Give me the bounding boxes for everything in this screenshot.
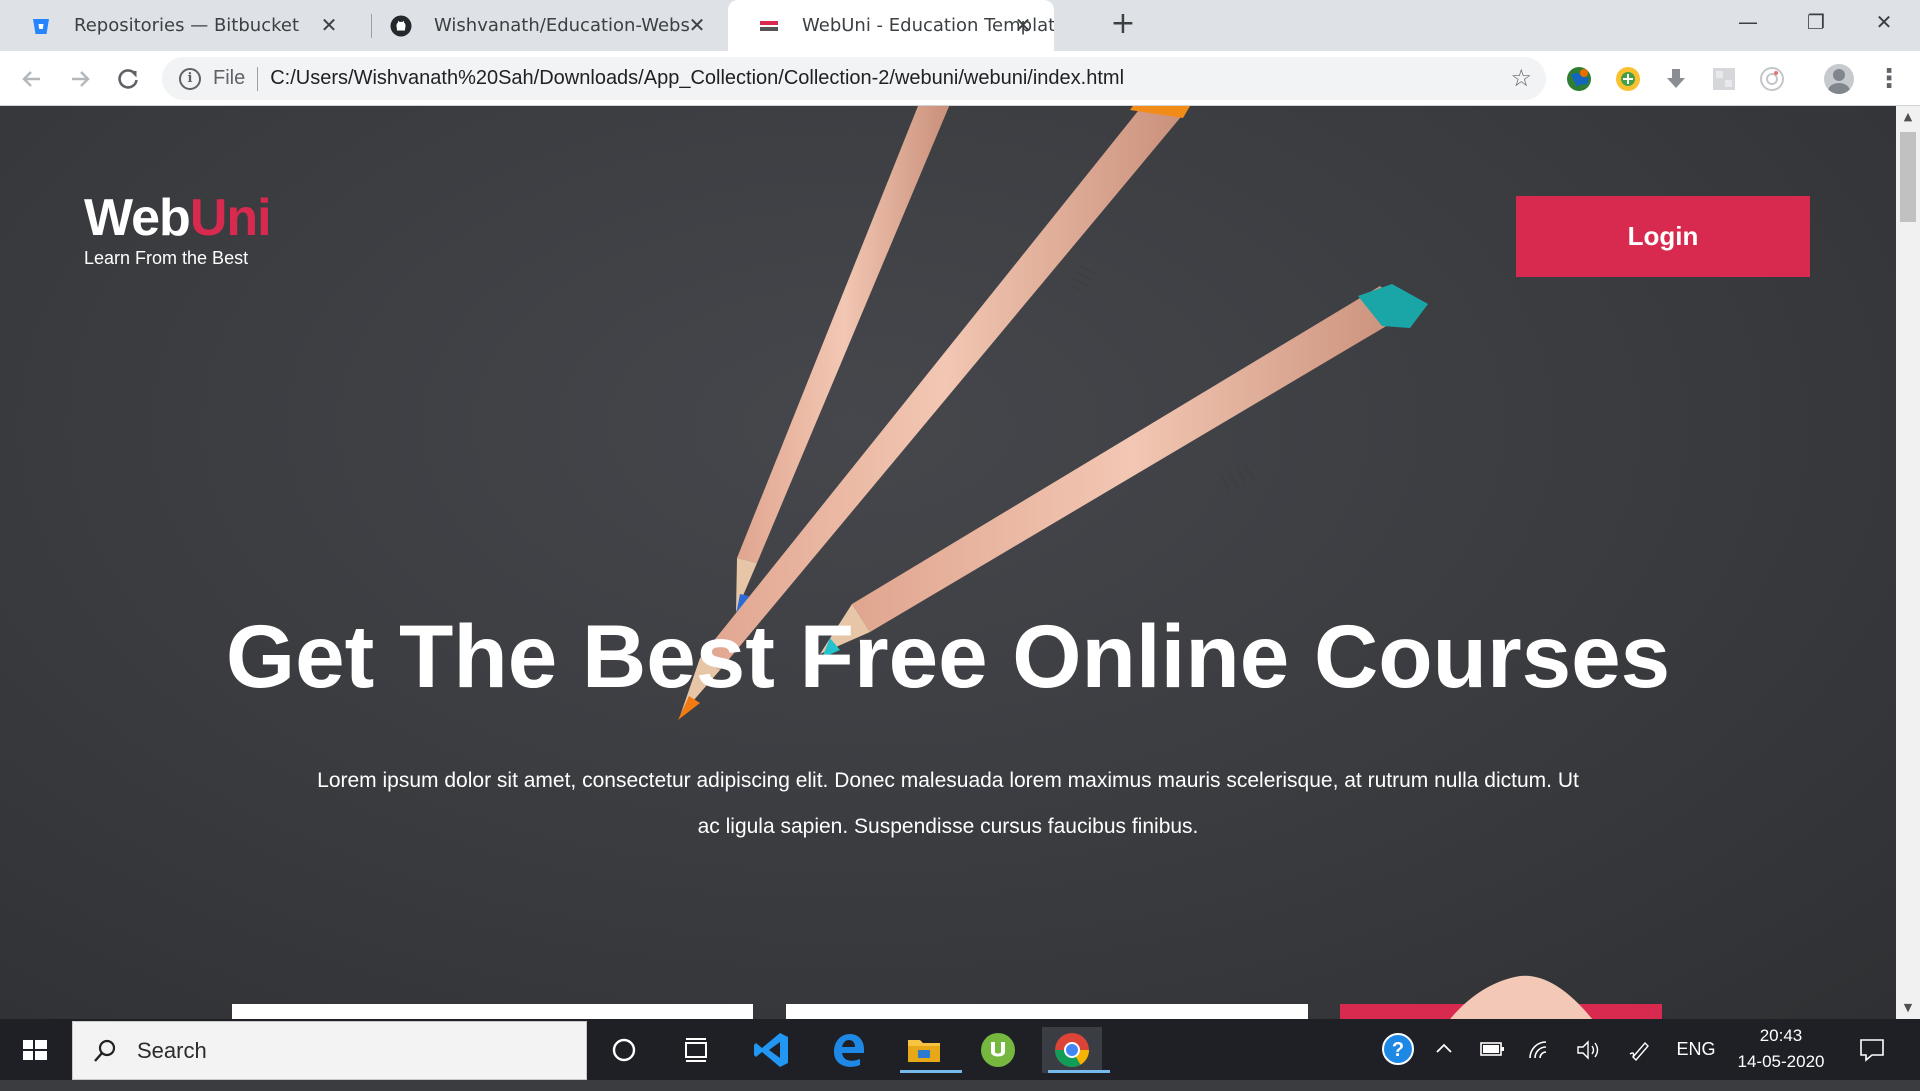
file-explorer-icon[interactable] — [894, 1027, 962, 1073]
address-separator — [257, 66, 259, 91]
scroll-down-icon[interactable]: ▼ — [1896, 997, 1920, 1019]
pen-workspace-icon[interactable] — [1622, 1019, 1658, 1080]
restore-button[interactable]: ❐ — [1782, 0, 1850, 44]
vscode-icon[interactable] — [742, 1027, 802, 1073]
tab-title: Repositories — Bitbucket — [74, 15, 300, 36]
search-field-partial[interactable] — [232, 1004, 753, 1019]
extension-globe-icon[interactable] — [1565, 65, 1593, 93]
webuni-favicon — [760, 20, 778, 31]
forward-button[interactable] — [64, 63, 96, 95]
bitbucket-icon — [33, 18, 49, 34]
help-icon[interactable]: ? — [1378, 1019, 1418, 1080]
tab-strip: Repositories — Bitbucket ✕ Wishvanath/Ed… — [0, 0, 1920, 51]
tab-title: Wishvanath/Education-Website-T — [434, 15, 689, 36]
browser-window: Repositories — Bitbucket ✕ Wishvanath/Ed… — [0, 0, 1920, 1080]
tab-close-icon[interactable]: ✕ — [316, 12, 342, 38]
taskbar-search-box[interactable]: Search — [72, 1021, 587, 1080]
search-field-partial[interactable] — [786, 1004, 1308, 1019]
logo-wordmark: WebUni — [84, 189, 272, 247]
svg-text:?: ? — [1392, 1039, 1404, 1061]
address-scheme: File — [213, 67, 246, 89]
extension-vpn-icon[interactable] — [1614, 65, 1642, 93]
task-view-icon[interactable] — [666, 1027, 726, 1073]
windows-start-icon[interactable] — [0, 1019, 70, 1080]
minimize-button[interactable]: — — [1714, 0, 1782, 44]
avatar-head — [1833, 69, 1845, 81]
scrollbar-thumb[interactable] — [1900, 132, 1916, 222]
clock-time: 20:43 — [1759, 1026, 1803, 1045]
extension-grid-icon[interactable] — [1710, 65, 1738, 93]
cortana-icon[interactable] — [594, 1027, 654, 1073]
hand-image-partial — [1450, 975, 1593, 1019]
site-info-icon[interactable]: i — [179, 67, 201, 90]
tab-bitbucket[interactable]: Repositories — Bitbucket ✕ — [0, 0, 360, 51]
back-button[interactable] — [16, 63, 48, 95]
volume-icon[interactable] — [1570, 1019, 1606, 1080]
logo-web-text: Web — [84, 189, 191, 247]
search-icon — [94, 1039, 116, 1062]
reload-icon — [118, 69, 138, 89]
browser-menu-icon[interactable]: ⋮ — [1876, 63, 1902, 95]
utorrent-icon[interactable] — [968, 1027, 1028, 1073]
page-viewport: WebUni Learn From the Best Login Get The… — [0, 106, 1896, 1019]
action-center-icon[interactable] — [1850, 1019, 1894, 1080]
hero-title: Get The Best Free Online Courses — [225, 606, 1671, 706]
new-tab-button[interactable]: + — [1108, 9, 1138, 40]
tab-webuni[interactable]: WebUni - Education Template ✕ — [728, 0, 1054, 51]
site-logo[interactable]: WebUni Learn From the Best — [84, 189, 272, 269]
windows-taskbar: Search ? ENG 20:43 14-05-2020 — [0, 1019, 1920, 1080]
active-app-indicator — [900, 1070, 962, 1073]
active-app-indicator — [1048, 1070, 1110, 1073]
logo-tagline: Learn From the Best — [84, 248, 249, 268]
avatar-body — [1828, 83, 1850, 94]
logo-uni-text: Uni — [189, 189, 272, 247]
address-bar[interactable]: i File C:/Users/Wishvanath%20Sah/Downloa… — [162, 57, 1546, 100]
back-arrow-icon — [22, 71, 40, 87]
profile-avatar[interactable] — [1824, 64, 1854, 94]
wifi-icon[interactable] — [1522, 1019, 1558, 1080]
github-icon — [390, 15, 412, 36]
browser-toolbar: i File C:/Users/Wishvanath%20Sah/Downloa… — [0, 51, 1920, 106]
forward-arrow-icon — [72, 71, 90, 87]
taskbar-search-label: Search — [137, 1037, 207, 1063]
tab-close-icon[interactable]: ✕ — [1010, 12, 1036, 38]
edge-icon[interactable] — [818, 1027, 878, 1073]
page-scrollbar[interactable]: ▲ ▼ — [1896, 106, 1920, 1019]
battery-icon[interactable] — [1474, 1019, 1510, 1080]
bookmark-star-icon[interactable]: ☆ — [1510, 65, 1532, 91]
clock-date: 14-05-2020 — [1737, 1052, 1825, 1071]
login-button[interactable]: Login — [1516, 196, 1810, 277]
taskbar-clock[interactable]: 20:43 14-05-2020 — [1726, 1023, 1836, 1075]
reload-button[interactable] — [112, 63, 144, 95]
hero-description: Lorem ipsum dolor sit amet, consectetur … — [317, 769, 1579, 838]
tab-github[interactable]: Wishvanath/Education-Website-T ✕ — [360, 0, 728, 51]
download-extension-icon[interactable] — [1662, 65, 1690, 93]
tab-close-icon[interactable]: ✕ — [684, 12, 710, 38]
extension-camera-icon[interactable] — [1758, 65, 1786, 93]
address-url[interactable]: C:/Users/Wishvanath%20Sah/Downloads/App_… — [270, 67, 1124, 90]
scroll-up-icon[interactable]: ▲ — [1896, 106, 1920, 128]
input-language[interactable]: ENG — [1670, 1019, 1722, 1080]
show-hidden-icons-icon[interactable] — [1426, 1019, 1462, 1080]
chrome-icon[interactable] — [1042, 1027, 1110, 1073]
close-window-button[interactable]: ✕ — [1850, 0, 1918, 44]
